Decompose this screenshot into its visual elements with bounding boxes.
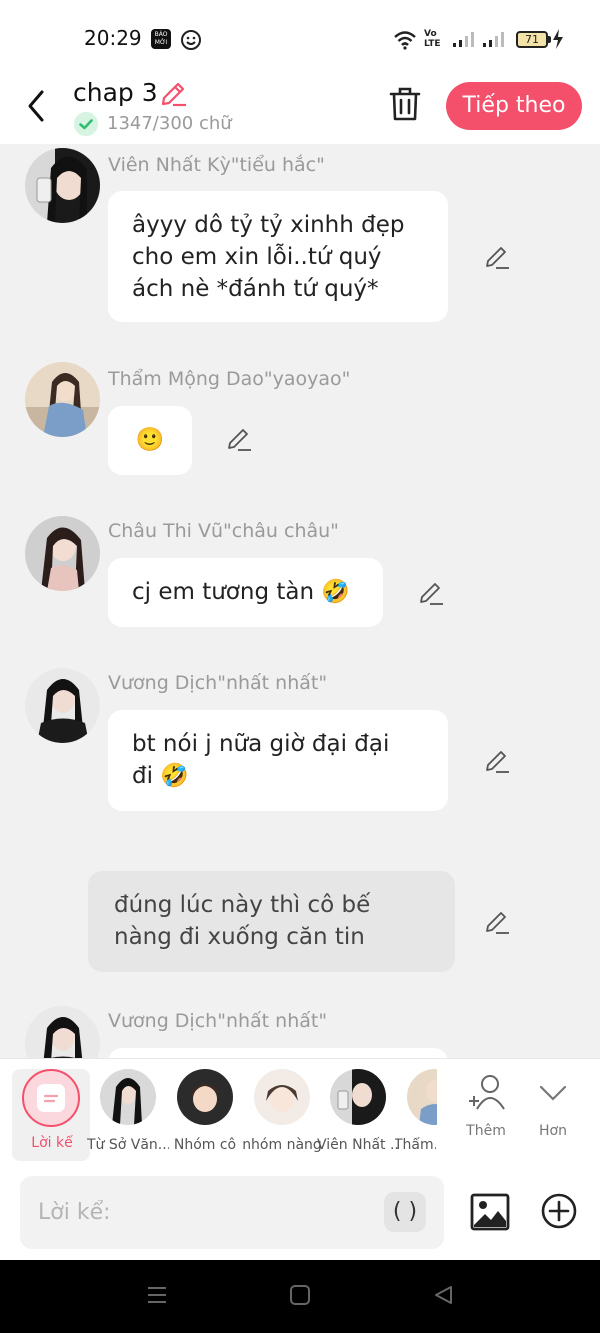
- narrator-option[interactable]: Lời kể: [12, 1069, 90, 1161]
- editor-header: chap 3 1347/300 chữ Tiếp theo: [0, 78, 600, 144]
- message-line: đi 🤣: [132, 763, 189, 789]
- edit-message-icon[interactable]: [418, 580, 444, 606]
- character-name: Viên Nhất ...: [317, 1137, 399, 1153]
- character-picker: Lời kể Từ Sở Văn... Nhóm cô nhóm nàng Vi…: [0, 1058, 600, 1166]
- battery-indicator: 71: [516, 31, 548, 48]
- narration-bubble[interactable]: đúng lúc này thì cô bế nàng đi xuống căn…: [88, 871, 455, 972]
- smiley-notification-icon: [181, 30, 201, 50]
- add-user-icon: [469, 1075, 505, 1110]
- edit-title-icon[interactable]: [159, 80, 187, 108]
- character-name: nhóm nàng: [242, 1137, 322, 1153]
- status-time: 20:29: [84, 26, 142, 50]
- charging-icon: [553, 29, 563, 49]
- message-bubble[interactable]: 🙂: [108, 406, 192, 475]
- menu-icon[interactable]: [146, 1284, 168, 1306]
- character-avatar: [254, 1069, 310, 1125]
- sender-name: Viên Nhất Kỳ"tiểu hắc": [108, 154, 325, 176]
- message-line: âyyy dô tỷ tỷ xinhh đẹp: [132, 212, 405, 238]
- news-badge-text: BÁO MỚI: [154, 31, 168, 46]
- chat-area: Viên Nhất Kỳ"tiểu hắc" âyyy dô tỷ tỷ xin…: [0, 144, 600, 1058]
- battery-nub: [548, 36, 551, 43]
- image-icon[interactable]: [470, 1192, 510, 1232]
- status-bar: 20:29 BÁO MỚI Vo LTE 71: [0, 0, 600, 78]
- sender-name: Thẩm Mộng Dao"yaoyao": [108, 368, 351, 390]
- character-avatar: [100, 1069, 156, 1125]
- narration-line: nàng đi xuống căn tin: [114, 924, 365, 950]
- narration-input[interactable]: [20, 1176, 444, 1249]
- character-option[interactable]: Từ Sở Văn...: [87, 1069, 169, 1161]
- add-character-button[interactable]: Thêm: [456, 1073, 516, 1139]
- wifi-icon: [394, 31, 416, 50]
- back-nav-icon[interactable]: [432, 1284, 454, 1306]
- character-option[interactable]: Nhóm cô: [165, 1069, 245, 1161]
- expand-label: Hơn: [539, 1123, 567, 1139]
- sender-name: Châu Thi Vũ"châu châu": [108, 520, 339, 542]
- trash-icon[interactable]: [388, 86, 422, 122]
- parentheses-button[interactable]: ( ): [384, 1192, 426, 1232]
- message-line: ách nè *đánh tứ quý*: [132, 276, 379, 302]
- narrator-label: Lời kể: [31, 1135, 73, 1151]
- next-button[interactable]: Tiếp theo: [446, 82, 582, 130]
- character-option[interactable]: nhóm nàng: [242, 1069, 322, 1161]
- home-icon[interactable]: [289, 1284, 311, 1306]
- add-icon[interactable]: [540, 1192, 578, 1230]
- narration-line: đúng lúc này thì cô bế: [114, 892, 371, 918]
- character-name: Từ Sở Văn...: [87, 1137, 169, 1153]
- avatar[interactable]: [25, 362, 100, 437]
- message-bubble[interactable]: bt nói j nữa giờ đại đại đi 🤣: [108, 710, 448, 811]
- narrator-lines-icon: [40, 1087, 62, 1109]
- sender-name: Vương Dịch"nhất nhất": [108, 672, 328, 694]
- sender-name: Vương Dịch"nhất nhất": [108, 1010, 328, 1032]
- character-option[interactable]: Viên Nhất ...: [317, 1069, 399, 1161]
- character-option[interactable]: Thẩm...: [395, 1069, 437, 1161]
- message-line: 🙂: [135, 427, 165, 453]
- back-arrow-icon[interactable]: [22, 86, 52, 126]
- edit-narration-icon[interactable]: [484, 909, 510, 935]
- word-count: 1347/300 chữ: [107, 113, 232, 134]
- avatar[interactable]: [25, 1006, 100, 1058]
- compose-bar: ( ): [0, 1166, 600, 1260]
- edit-message-icon[interactable]: [226, 426, 252, 452]
- signal-2-icon: [483, 32, 504, 47]
- character-avatar: [177, 1069, 233, 1125]
- avatar[interactable]: [25, 668, 100, 743]
- avatar[interactable]: [25, 516, 100, 591]
- chapter-title[interactable]: chap 3: [73, 78, 158, 107]
- narrator-icon: [22, 1069, 80, 1127]
- chevron-down-icon: [539, 1085, 567, 1101]
- character-avatar: [330, 1069, 386, 1125]
- message-line: cho em xin lỗi..tứ quý: [132, 244, 382, 270]
- edit-message-icon[interactable]: [484, 748, 510, 774]
- message-bubble[interactable]: [108, 1048, 448, 1058]
- edit-message-icon[interactable]: [484, 244, 510, 270]
- message-bubble[interactable]: âyyy dô tỷ tỷ xinhh đẹp cho em xin lỗi..…: [108, 191, 448, 322]
- expand-button[interactable]: Hơn: [523, 1073, 583, 1139]
- check-icon: [74, 112, 98, 136]
- signal-1-icon: [453, 32, 474, 47]
- character-name: Nhóm cô: [173, 1137, 237, 1153]
- character-name: Thẩm...: [395, 1137, 436, 1153]
- message-line: bt nói j nữa giờ đại đại: [132, 731, 390, 757]
- news-app-icon: BÁO MỚI: [151, 29, 171, 49]
- message-line: cj em tương tàn 🤣: [132, 579, 351, 605]
- system-nav-bar: [0, 1260, 600, 1333]
- more-label: Thêm: [466, 1123, 506, 1139]
- avatar[interactable]: [25, 148, 100, 223]
- volte-icon: Vo LTE: [424, 29, 441, 49]
- character-avatar: [407, 1069, 437, 1125]
- message-bubble[interactable]: cj em tương tàn 🤣: [108, 558, 383, 627]
